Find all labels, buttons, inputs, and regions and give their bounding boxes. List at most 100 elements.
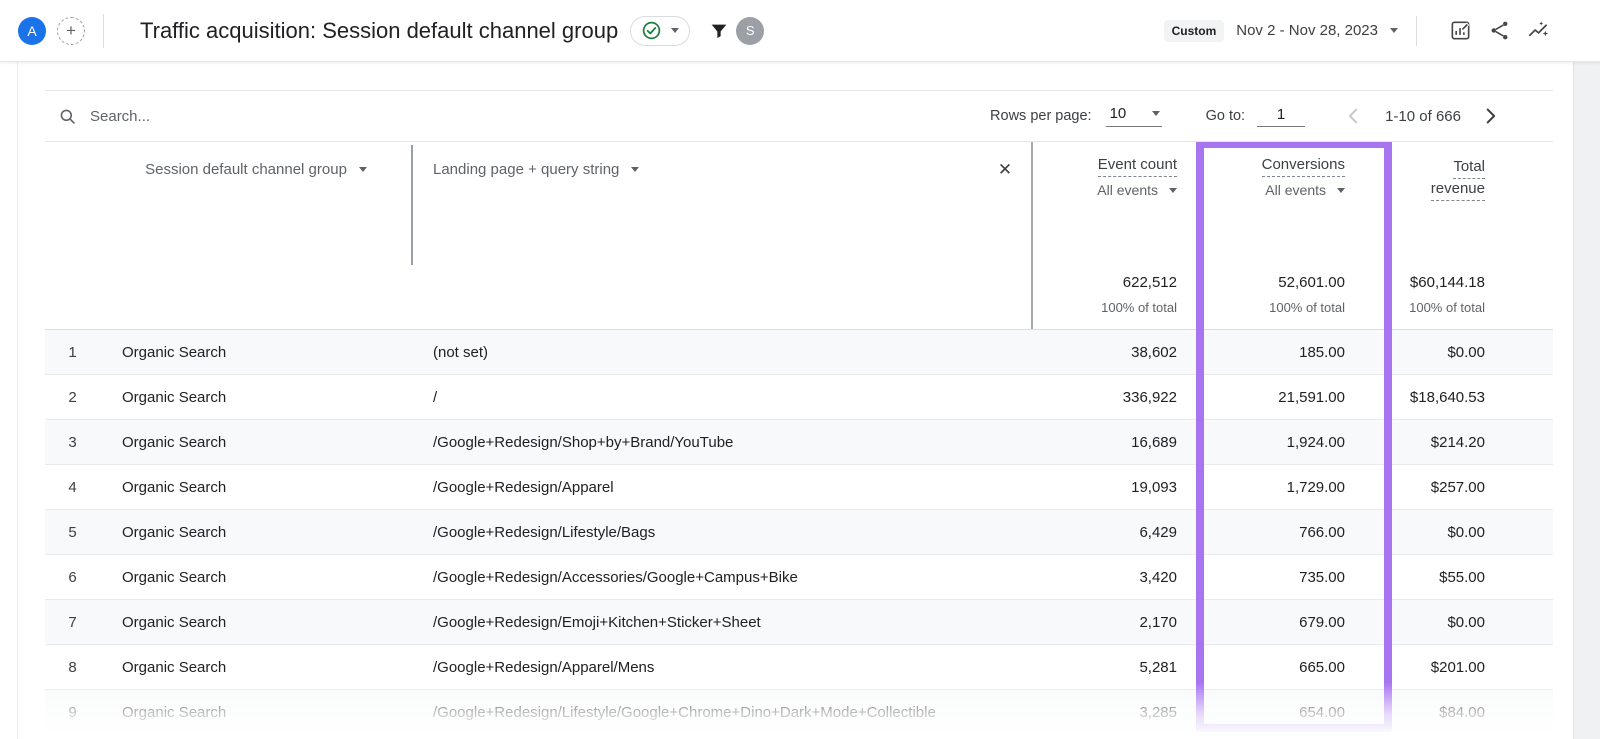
- goto-page-input[interactable]: [1257, 106, 1305, 127]
- row-number: 2: [45, 389, 100, 406]
- cell-total-revenue: $214.20: [1390, 434, 1553, 451]
- row-number: 3: [45, 434, 100, 451]
- previous-page-button[interactable]: [1343, 105, 1365, 127]
- cell-conversions: 654.00: [1205, 704, 1390, 721]
- total-conversions: 52,601.00: [1278, 274, 1345, 291]
- cell-event-count: 3,285: [1032, 704, 1205, 721]
- next-page-button[interactable]: [1479, 105, 1501, 127]
- metric-label-total-revenue[interactable]: Total revenue: [1390, 156, 1553, 200]
- cell-total-revenue: $257.00: [1390, 479, 1553, 496]
- chevron-down-icon[interactable]: [1390, 28, 1398, 33]
- metric-label-event-count[interactable]: Event count: [1032, 156, 1205, 173]
- metric-event-dropdown[interactable]: All events: [1032, 182, 1205, 198]
- metric-sub-label: All events: [1265, 182, 1326, 198]
- cell-conversions: 1,729.00: [1205, 479, 1390, 496]
- cell-landing-page: /Google+Redesign/Shop+by+Brand/YouTube: [412, 434, 1032, 451]
- account-avatar[interactable]: A: [18, 17, 46, 45]
- chevron-down-icon: [671, 28, 679, 33]
- cell-channel-group: Organic Search: [100, 524, 412, 541]
- share-button[interactable]: [1488, 19, 1511, 42]
- cell-event-count: 38,602: [1032, 344, 1205, 361]
- column-header-channel-group[interactable]: Session default channel group: [100, 161, 412, 178]
- total-conversions-percent: 100% of total: [1269, 300, 1345, 315]
- date-range-selector[interactable]: Nov 2 - Nov 28, 2023: [1236, 22, 1378, 39]
- rows-per-page-select[interactable]: 10: [1106, 105, 1162, 127]
- cell-conversions: 679.00: [1205, 614, 1390, 631]
- cell-channel-group: Organic Search: [100, 434, 412, 451]
- filter-button[interactable]: [708, 20, 730, 42]
- cell-channel-group: Organic Search: [100, 659, 412, 676]
- insights-button[interactable]: [1527, 19, 1550, 42]
- scrollbar-gutter[interactable]: [1573, 62, 1600, 739]
- table-row: 4 Organic Search /Google+Redesign/Appare…: [45, 465, 1553, 510]
- segment-avatar[interactable]: S: [736, 17, 764, 45]
- appbar-right-group: Custom Nov 2 - Nov 28, 2023: [1164, 16, 1550, 46]
- goto-label: Go to:: [1206, 108, 1246, 124]
- report-status-dropdown[interactable]: [630, 16, 690, 46]
- table-row: 9 Organic Search /Google+Redesign/Lifest…: [45, 690, 1553, 735]
- metric-label-conversions[interactable]: Conversions: [1205, 156, 1390, 173]
- column-header-total-revenue: Total revenue $60,144.18 100% of total: [1390, 142, 1553, 330]
- cell-landing-page: /Google+Redesign/Apparel: [412, 479, 1032, 496]
- table-row: 1 Organic Search (not set) 38,602 185.00…: [45, 330, 1553, 375]
- share-icon: [1488, 19, 1511, 42]
- close-icon: ✕: [998, 160, 1012, 180]
- ga4-report-page: A + Traffic acquisition: Session default…: [0, 0, 1600, 739]
- row-number: 7: [45, 614, 100, 631]
- data-table: Session default channel group Landing pa…: [45, 142, 1553, 739]
- cell-conversions: 1,924.00: [1205, 434, 1390, 451]
- cell-landing-page: /Google+Redesign/Accessories/Google+Camp…: [412, 569, 1032, 586]
- plus-icon: +: [66, 22, 76, 39]
- cell-channel-group: Organic Search: [100, 614, 412, 631]
- remove-dimension-button[interactable]: ✕: [993, 158, 1017, 182]
- cell-channel-group: Organic Search: [100, 479, 412, 496]
- cell-channel-group: Organic Search: [100, 704, 412, 721]
- date-range-type-badge: Custom: [1164, 20, 1225, 42]
- metric-label-text: Conversions: [1262, 156, 1345, 177]
- search-icon: [58, 107, 77, 126]
- row-number: 4: [45, 479, 100, 496]
- cell-total-revenue: $0.00: [1390, 614, 1553, 631]
- cell-event-count: 336,922: [1032, 389, 1205, 406]
- cell-channel-group: Organic Search: [100, 569, 412, 586]
- cell-total-revenue: $84.00: [1390, 704, 1553, 721]
- chevron-down-icon: [1337, 188, 1345, 193]
- pagination-controls: Rows per page: 10 Go to: 1-10 of 666: [990, 105, 1553, 127]
- cell-channel-group: Organic Search: [100, 389, 412, 406]
- cell-total-revenue: $201.00: [1390, 659, 1553, 676]
- cell-event-count: 19,093: [1032, 479, 1205, 496]
- card-left-border: [17, 62, 18, 739]
- pagination-range: 1-10 of 666: [1385, 108, 1461, 125]
- cell-landing-page: (not set): [412, 344, 1032, 361]
- table-row: 3 Organic Search /Google+Redesign/Shop+b…: [45, 420, 1553, 465]
- cell-event-count: 5,281: [1032, 659, 1205, 676]
- chart-pencil-icon: [1449, 19, 1472, 42]
- cell-conversions: 21,591.00: [1205, 389, 1390, 406]
- cell-conversions: 665.00: [1205, 659, 1390, 676]
- cell-total-revenue: $18,640.53: [1390, 389, 1553, 406]
- cell-event-count: 2,170: [1032, 614, 1205, 631]
- add-comparison-button[interactable]: +: [57, 17, 85, 45]
- cell-landing-page: /Google+Redesign/Emoji+Kitchen+Sticker+S…: [412, 614, 1032, 631]
- edit-report-button[interactable]: [1449, 19, 1472, 42]
- column-header-landing-page[interactable]: Landing page + query string: [433, 161, 639, 178]
- column-header-label: Session default channel group: [145, 161, 347, 178]
- table-row: 8 Organic Search /Google+Redesign/Appare…: [45, 645, 1553, 690]
- total-revenue-percent: 100% of total: [1409, 300, 1485, 315]
- row-number: 5: [45, 524, 100, 541]
- metric-label-text: Event count: [1098, 156, 1177, 177]
- rows-per-page-label: Rows per page:: [990, 108, 1092, 124]
- chevron-down-icon: [359, 167, 367, 172]
- cell-conversions: 735.00: [1205, 569, 1390, 586]
- cell-landing-page: /Google+Redesign/Lifestyle/Google+Chrome…: [412, 704, 1032, 721]
- table-header: Session default channel group Landing pa…: [45, 142, 1553, 330]
- table-toolbar: Rows per page: 10 Go to: 1-10 of 666: [45, 90, 1553, 142]
- cell-total-revenue: $0.00: [1390, 344, 1553, 361]
- search-input[interactable]: [90, 108, 410, 125]
- cell-conversions: 766.00: [1205, 524, 1390, 541]
- metric-conversions-dropdown[interactable]: All events: [1205, 182, 1390, 198]
- cell-conversions: 185.00: [1205, 344, 1390, 361]
- divider: [1416, 16, 1417, 46]
- cell-event-count: 3,420: [1032, 569, 1205, 586]
- metric-sub-label: All events: [1097, 182, 1158, 198]
